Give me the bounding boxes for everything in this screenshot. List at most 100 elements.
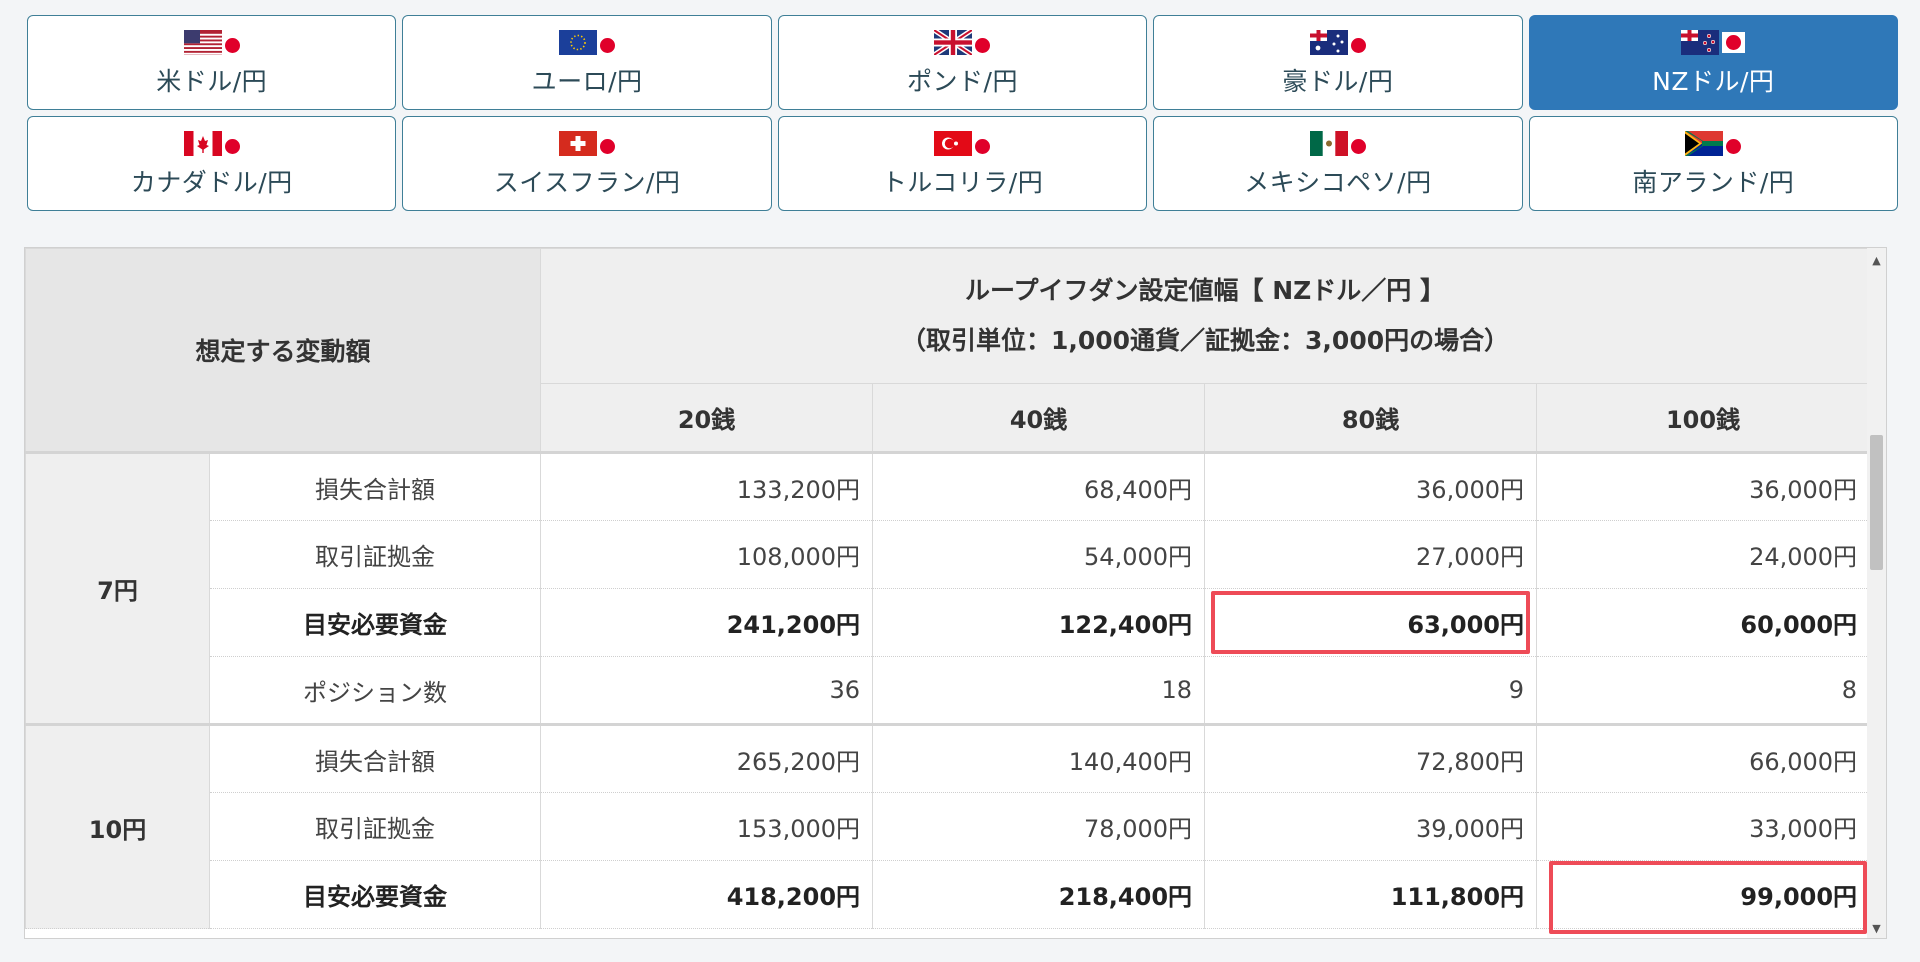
table-cell: 60,000円 [1536, 588, 1869, 657]
nz-flag-icon [1681, 29, 1720, 55]
tab-usd-jpy[interactable]: 米ドル/円 [27, 15, 397, 110]
row-label: 損失合計額 [208, 451, 542, 521]
ca-flag-icon [183, 130, 222, 156]
table-row: 7円 損失合計額 133,200円 68,400円 36,000円 36,000… [25, 451, 1869, 725]
scroll-up-arrow-icon[interactable]: ▲ [1867, 250, 1886, 270]
table-row: 目安必要資金 418,200円 218,400円 111,800円 99,000… [26, 860, 1869, 935]
group-label: 7円 [25, 451, 210, 725]
tab-label: ユーロ/円 [531, 67, 643, 96]
table-cell: 218,400円 [872, 860, 1206, 929]
column-header: 100銭 [1536, 383, 1869, 453]
tab-label: トルコリラ/円 [881, 168, 1044, 197]
table-cell: 241,200円 [540, 588, 874, 657]
japan-flag-icon [224, 37, 240, 53]
japan-flag-icon [1722, 31, 1746, 53]
expected-move-header: 想定する変動額 [25, 248, 542, 453]
mx-flag-icon [1309, 130, 1348, 156]
table-cell: 111,800円 [1204, 860, 1538, 929]
table-cell: 24,000円 [1536, 520, 1869, 589]
table-row: 目安必要資金 241,200円 122,400円 63,000円 60,000円 [26, 588, 1869, 657]
table-row: 取引証拠金 108,000円 54,000円 27,000円 24,000円 [26, 520, 1869, 589]
table-cell: 72,800円 [1204, 723, 1538, 793]
japan-flag-icon [1350, 37, 1366, 53]
table-scroll-area[interactable]: 想定する変動額 ループイフダン設定値幅【 NZドル／円 】 （取引単位：1,00… [25, 248, 1869, 938]
tab-label: 豪ドル/円 [1282, 67, 1394, 96]
row-label: ポジション数 [208, 656, 542, 725]
tab-chf-jpy[interactable]: スイスフラン/円 [402, 116, 772, 211]
us-flag-icon [183, 29, 222, 55]
tab-mxn-jpy[interactable]: メキシコペソ/円 [1153, 116, 1523, 211]
table-cell: 54,000円 [872, 520, 1206, 589]
tab-nzd-jpy[interactable]: NZドル/円 [1528, 15, 1898, 110]
table-cell: 66,000円 [1536, 723, 1869, 793]
table-title-line1: ループイフダン設定値幅【 NZドル／円 】 [965, 276, 1446, 305]
row-label: 目安必要資金 [208, 860, 542, 929]
japan-flag-icon [600, 138, 616, 154]
table-cell: 8 [1536, 656, 1869, 725]
tab-cad-jpy[interactable]: カナダドル/円 [27, 116, 397, 211]
tr-flag-icon [934, 130, 973, 156]
table-cell: 36 [540, 656, 874, 725]
tab-zar-jpy[interactable]: 南アランド/円 [1528, 116, 1898, 211]
uk-flag-icon [934, 29, 973, 55]
tab-try-jpy[interactable]: トルコリラ/円 [777, 116, 1148, 211]
table-cell: 133,200円 [540, 451, 874, 521]
table-row: 取引証拠金 153,000円 78,000円 39,000円 33,000円 [26, 792, 1869, 861]
table-cell: 68,400円 [872, 451, 1206, 521]
tab-eur-jpy[interactable]: ユーロ/円 [402, 15, 772, 110]
row-label: 損失合計額 [208, 723, 542, 793]
tab-gbp-jpy[interactable]: ポンド/円 [777, 15, 1148, 110]
table-row: 10円 損失合計額 265,200円 140,400円 72,800円 66,0… [25, 723, 1869, 929]
vertical-scrollbar[interactable]: ▲ ▼ [1867, 248, 1886, 938]
japan-flag-icon [224, 138, 240, 154]
japan-flag-icon [975, 37, 991, 53]
table-cell: 9 [1204, 656, 1538, 725]
ch-flag-icon [559, 130, 598, 156]
table-cell: 36,000円 [1204, 451, 1538, 521]
currency-pair-tabs: 米ドル/円 ユーロ/円 ポンド/円 豪ドル/円 NZドル/円 カナダドル/円 ス… [27, 15, 1898, 211]
tab-label: ポンド/円 [907, 67, 1018, 96]
table-cell: 33,000円 [1536, 792, 1869, 861]
table-cell: 18 [872, 656, 1206, 725]
tab-label: スイスフラン/円 [493, 168, 681, 197]
table-cell: 418,200円 [540, 860, 874, 929]
table-cell: 36,000円 [1536, 451, 1869, 521]
table-title: ループイフダン設定値幅【 NZドル／円 】 （取引単位：1,000通貨／証拠金：… [540, 248, 1869, 384]
required-funds-table: 想定する変動額 ループイフダン設定値幅【 NZドル／円 】 （取引単位：1,00… [25, 248, 1869, 935]
japan-flag-icon [600, 37, 616, 53]
row-label: 取引証拠金 [208, 520, 542, 589]
table-cell: 27,000円 [1204, 520, 1538, 589]
row-label: 目安必要資金 [208, 588, 542, 657]
group-label: 10円 [25, 723, 210, 929]
tab-label: 米ドル/円 [156, 67, 268, 96]
japan-flag-icon [975, 138, 991, 154]
tab-label: NZドル/円 [1652, 67, 1775, 96]
au-flag-icon [1309, 29, 1348, 55]
tab-label: 南アランド/円 [1632, 168, 1795, 197]
table-cell: 78,000円 [872, 792, 1206, 861]
column-header: 40銭 [872, 383, 1206, 453]
highlighted-cell: 63,000円 [1204, 588, 1538, 657]
tab-aud-jpy[interactable]: 豪ドル/円 [1153, 15, 1523, 110]
za-flag-icon [1685, 130, 1724, 156]
eu-flag-icon [559, 29, 598, 55]
column-header: 80銭 [1204, 383, 1538, 453]
table-cell: 39,000円 [1204, 792, 1538, 861]
tab-label: メキシコペソ/円 [1244, 168, 1432, 197]
column-header: 20銭 [540, 383, 874, 453]
tab-label: カナダドル/円 [130, 168, 293, 197]
scroll-down-arrow-icon[interactable]: ▼ [1867, 918, 1886, 938]
highlighted-cell: 99,000円 [1536, 860, 1869, 935]
table-cell: 265,200円 [540, 723, 874, 793]
table-cell: 153,000円 [540, 792, 874, 861]
row-label: 取引証拠金 [208, 792, 542, 861]
table-cell: 122,400円 [872, 588, 1206, 657]
table-title-line2: （取引単位：1,000通貨／証拠金：3,000円の場合） [900, 326, 1510, 355]
table-cell: 140,400円 [872, 723, 1206, 793]
table-row: ポジション数 36 18 9 8 [26, 656, 1869, 725]
japan-flag-icon [1350, 138, 1366, 154]
japan-flag-icon [1726, 138, 1742, 154]
scrollbar-thumb[interactable] [1870, 435, 1883, 570]
table-cell: 108,000円 [540, 520, 874, 589]
loop-ifdone-table-panel: 想定する変動額 ループイフダン設定値幅【 NZドル／円 】 （取引単位：1,00… [24, 247, 1887, 939]
